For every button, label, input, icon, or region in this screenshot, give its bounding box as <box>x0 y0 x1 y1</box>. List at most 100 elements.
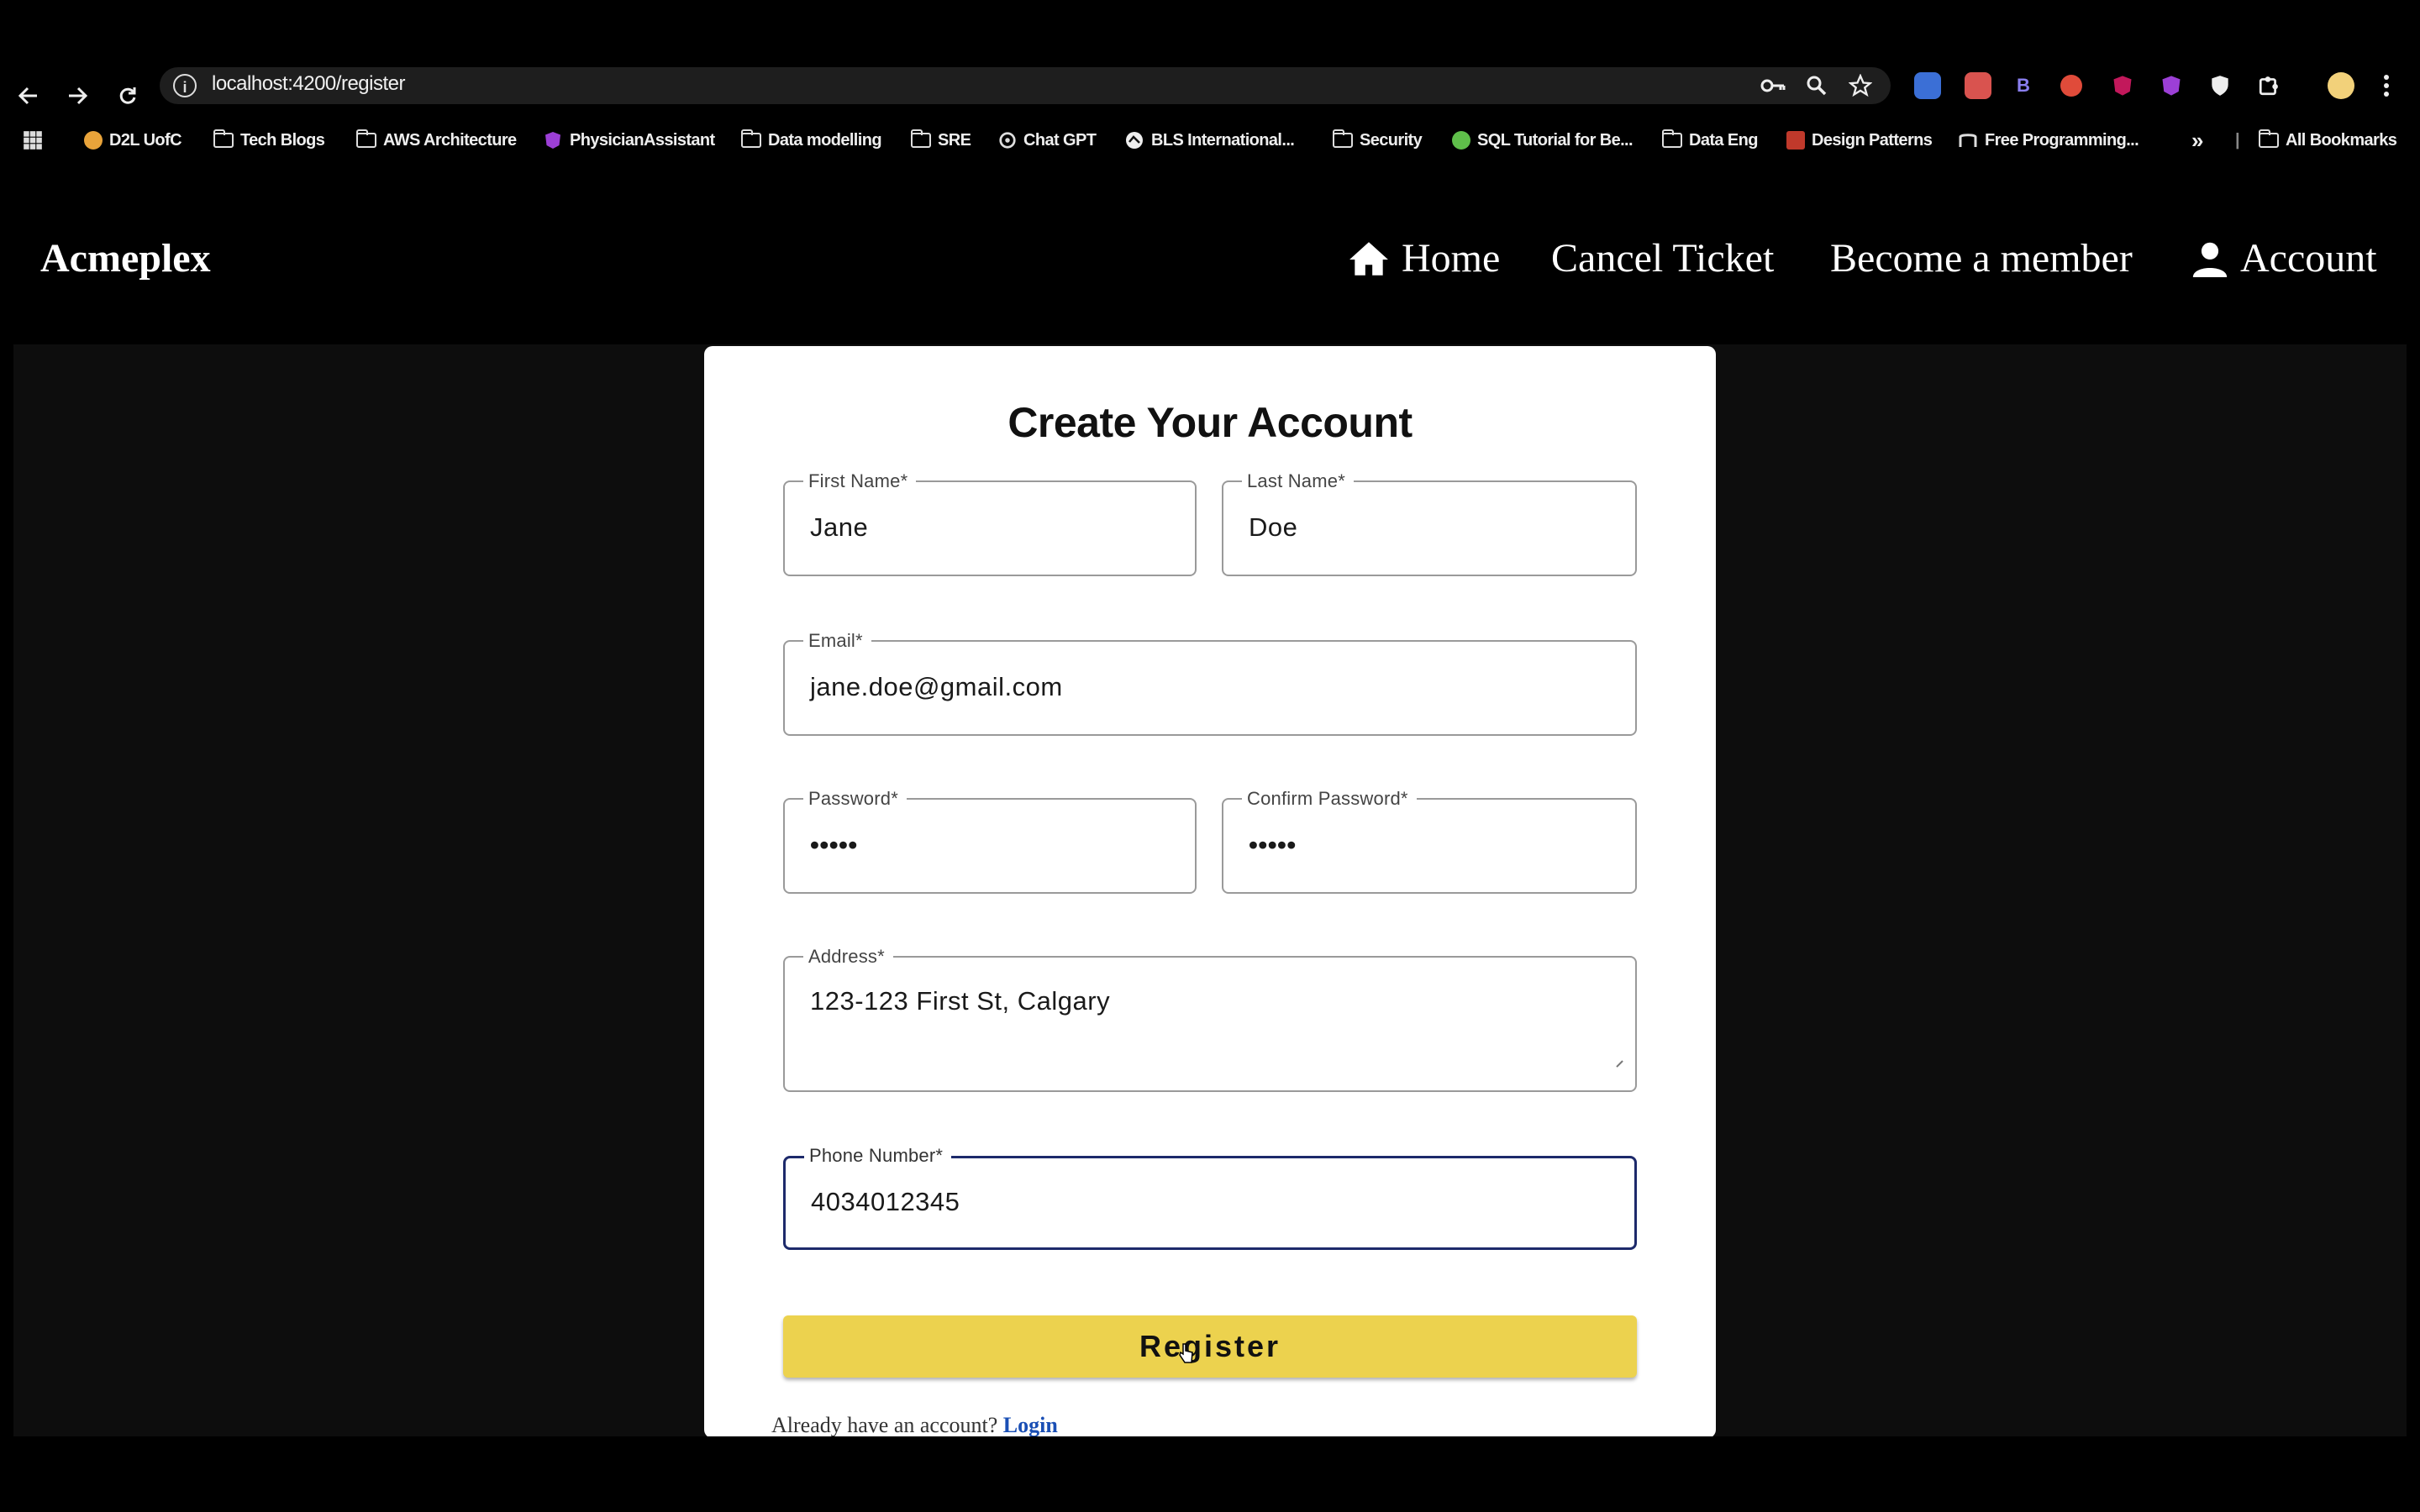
extension-icon[interactable] <box>1965 72 1991 99</box>
first-name-field[interactable]: First Name* Jane <box>783 470 1197 576</box>
bookmark-label: Data Eng <box>1689 130 1758 150</box>
phone-number-label: Phone Number* <box>804 1145 952 1167</box>
confirm-password-value[interactable]: ••••• <box>1249 830 1297 860</box>
bookmark-label: Free Programming... <box>1985 130 2139 150</box>
folder-icon <box>910 129 931 148</box>
bookmark-design-patterns[interactable]: Design Patterns <box>1786 126 1933 155</box>
site-icon <box>1959 134 1977 147</box>
bookmark-label: BLS International... <box>1151 130 1295 150</box>
nav-become-member[interactable]: Become a member <box>1830 235 2133 281</box>
bookmark-free-programming[interactable]: Free Programming... <box>1958 126 2139 155</box>
zoom-icon[interactable] <box>1803 72 1830 99</box>
bookmark-physician-assistant[interactable]: PhysicianAssistant <box>543 126 715 155</box>
first-name-value[interactable]: Jane <box>810 512 868 543</box>
folder-icon <box>1661 129 1682 148</box>
site-info-icon[interactable]: i <box>173 74 197 97</box>
bookmark-label: D2L UofC <box>109 130 182 150</box>
angular-extension-icon[interactable] <box>2158 72 2185 99</box>
register-button[interactable]: Register <box>783 1315 1637 1378</box>
extension-icon[interactable]: B <box>2010 72 2037 99</box>
bookmark-label: AWS Architecture <box>383 130 517 150</box>
phone-number-field[interactable]: Phone Number* 4034012345 <box>783 1145 1637 1250</box>
bookmark-d2l[interactable]: D2L UofC <box>84 126 182 155</box>
phone-number-value[interactable]: 4034012345 <box>811 1187 960 1217</box>
bookmark-label: PhysicianAssistant <box>570 130 715 150</box>
bookmark-label: Data modelling <box>768 130 882 150</box>
d2l-icon <box>84 131 103 150</box>
address-field[interactable]: Address* 123-123 First St, Calgary <box>783 946 1637 1092</box>
email-field[interactable]: Email* jane.doe@gmail.com <box>783 630 1637 736</box>
key-icon[interactable] <box>1760 72 1786 99</box>
brand-logo[interactable]: Acmeplex <box>40 235 211 281</box>
password-label: Password* <box>803 788 907 810</box>
bookmark-data-eng[interactable]: Data Eng <box>1661 126 1758 155</box>
bookmark-label: Design Patterns <box>1812 130 1933 150</box>
confirm-password-field[interactable]: Confirm Password* ••••• <box>1222 788 1637 894</box>
folder-icon <box>213 129 234 148</box>
bookmark-label: Chat GPT <box>1023 130 1097 150</box>
bookmark-data-modelling[interactable]: Data modelling <box>740 126 882 155</box>
nav-become-member-label: Become a member <box>1830 236 2133 281</box>
last-name-value[interactable]: Doe <box>1249 512 1297 543</box>
register-button-label: Register <box>1139 1329 1281 1363</box>
bookmark-bls-international[interactable]: BLS International... <box>1124 126 1295 155</box>
avatar[interactable] <box>2328 72 2354 99</box>
bookmark-tech-blogs[interactable]: Tech Blogs <box>213 126 325 155</box>
folder-icon <box>1332 129 1353 148</box>
nav-cancel-ticket-label: Cancel Ticket <box>1551 236 1775 281</box>
bookmark-label: All Bookmarks <box>2286 130 2397 150</box>
puzzle-icon[interactable] <box>2255 72 2282 99</box>
nav-cancel-ticket[interactable]: Cancel Ticket <box>1551 235 1774 281</box>
extension-icon[interactable] <box>1914 72 1941 99</box>
login-prompt: Already have an account? Login <box>771 1413 1058 1438</box>
address-label: Address* <box>803 946 893 968</box>
bookmark-label: Security <box>1360 130 1423 150</box>
last-name-field[interactable]: Last Name* Doe <box>1222 470 1637 576</box>
bookmark-chat-gpt[interactable]: Chat GPT <box>998 126 1097 155</box>
bookmark-sre[interactable]: SRE <box>910 126 971 155</box>
login-link[interactable]: Login <box>1003 1413 1058 1437</box>
password-field[interactable]: Password* ••••• <box>783 788 1197 894</box>
bookmark-label: SRE <box>938 130 971 150</box>
password-value[interactable]: ••••• <box>810 830 858 860</box>
reload-icon[interactable] <box>113 74 143 118</box>
email-value[interactable]: jane.doe@gmail.com <box>810 672 1063 702</box>
more-bookmarks-chevron-icon[interactable]: » <box>2191 126 2203 155</box>
last-name-label: Last Name* <box>1242 470 1354 492</box>
folder-icon <box>740 129 761 148</box>
bookmark-label: Tech Blogs <box>240 130 325 150</box>
first-name-label: First Name* <box>803 470 917 492</box>
bookmark-divider: | <box>2235 130 2240 150</box>
star-icon[interactable] <box>1847 72 1874 99</box>
person-icon <box>2192 242 2228 277</box>
apps-grid-icon[interactable] <box>22 126 44 155</box>
url-text[interactable]: localhost:4200/register <box>212 72 405 96</box>
nav-account[interactable]: Account <box>2191 235 2377 281</box>
more-vert-icon[interactable] <box>2378 72 2395 99</box>
openai-icon <box>999 132 1016 149</box>
globe-icon <box>1126 132 1143 149</box>
page-title: Create Your Account <box>1007 399 1413 446</box>
site-icon <box>1786 131 1805 150</box>
back-arrow-icon[interactable] <box>13 74 44 118</box>
bookmark-label: SQL Tutorial for Be... <box>1477 130 1634 150</box>
forward-arrow-icon[interactable] <box>62 74 92 118</box>
login-prompt-text: Already have an account? <box>771 1413 998 1437</box>
address-bar[interactable] <box>160 67 1891 104</box>
angular-extension-icon[interactable] <box>2109 72 2136 99</box>
angular-icon <box>545 132 560 149</box>
all-bookmarks[interactable]: All Bookmarks <box>2258 126 2397 155</box>
site-icon <box>1452 131 1470 150</box>
address-value[interactable]: 123-123 First St, Calgary <box>810 986 1110 1016</box>
resize-handle-icon[interactable] <box>1610 1054 1623 1068</box>
bookmark-aws-architecture[interactable]: AWS Architecture <box>355 126 517 155</box>
bookmark-sql-tutorial[interactable]: SQL Tutorial for Be... <box>1452 126 1634 155</box>
shield-icon[interactable] <box>2207 72 2233 99</box>
email-label: Email* <box>803 630 871 652</box>
hand-cursor-icon <box>1179 1343 1193 1363</box>
extension-icon[interactable] <box>2060 75 2082 97</box>
nav-home-label: Home <box>1402 236 1501 281</box>
nav-home[interactable]: Home <box>1348 235 1500 281</box>
home-icon <box>1349 241 1388 276</box>
bookmark-security[interactable]: Security <box>1332 126 1423 155</box>
